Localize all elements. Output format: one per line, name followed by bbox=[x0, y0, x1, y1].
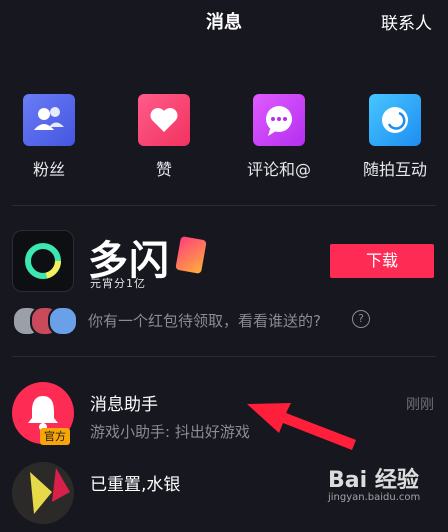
user-avatar bbox=[12, 462, 74, 524]
contacts-link[interactable]: 联系人 bbox=[381, 9, 432, 34]
fans-icon bbox=[23, 94, 75, 146]
message-preview: 游戏小助手: 抖出好游戏 bbox=[90, 423, 250, 441]
quick-action-fans[interactable]: 粉丝 bbox=[4, 94, 94, 180]
divider bbox=[12, 205, 436, 206]
heart-icon bbox=[138, 94, 190, 146]
header-bar: 消息 联系人 bbox=[0, 0, 448, 40]
interaction-icon bbox=[369, 94, 421, 146]
help-icon[interactable]: ? bbox=[352, 310, 370, 328]
quick-action-comments[interactable]: 评论和@ bbox=[234, 94, 324, 180]
quick-action-label: 赞 bbox=[155, 160, 172, 179]
message-title: 消息助手 bbox=[90, 395, 158, 415]
ad-footer: 你有一个红包待领取，看看谁送的? ? bbox=[12, 306, 442, 336]
duoshan-logo-icon bbox=[12, 230, 74, 292]
message-item-assistant[interactable]: 官方 消息助手 游戏小助手: 抖出好游戏 刚刚 bbox=[0, 382, 448, 452]
quick-action-likes[interactable]: 赞 bbox=[119, 94, 209, 180]
red-envelope-icon bbox=[175, 236, 207, 274]
quick-action-label: 评论和@ bbox=[246, 160, 311, 179]
download-button[interactable]: 下载 bbox=[330, 244, 434, 278]
ad-slogan: 元宵分1亿 bbox=[90, 277, 146, 290]
avatar bbox=[48, 306, 78, 336]
official-badge: 官方 bbox=[40, 428, 70, 445]
message-time: 刚刚 bbox=[406, 397, 434, 413]
quick-action-interaction[interactable]: 随拍互动 bbox=[350, 94, 440, 180]
quick-action-label: 随拍互动 bbox=[362, 160, 427, 179]
ad-banner[interactable]: 多闪 元宵分1亿 下载 你有一个红包待领取，看看谁送的? ? bbox=[0, 228, 448, 358]
comment-icon bbox=[253, 94, 305, 146]
watermark-url: jingyan.baidu.com bbox=[328, 492, 421, 503]
message-title: 已重置,水银 bbox=[90, 475, 181, 495]
divider bbox=[12, 356, 436, 357]
quick-action-label: 粉丝 bbox=[32, 160, 65, 179]
red-envelope-text: 你有一个红包待领取，看看谁送的? bbox=[88, 312, 321, 330]
quick-actions: 粉丝 赞 评论和@ 随拍互动 bbox=[0, 94, 448, 186]
watermark-text: Bai 经验 bbox=[328, 468, 419, 493]
